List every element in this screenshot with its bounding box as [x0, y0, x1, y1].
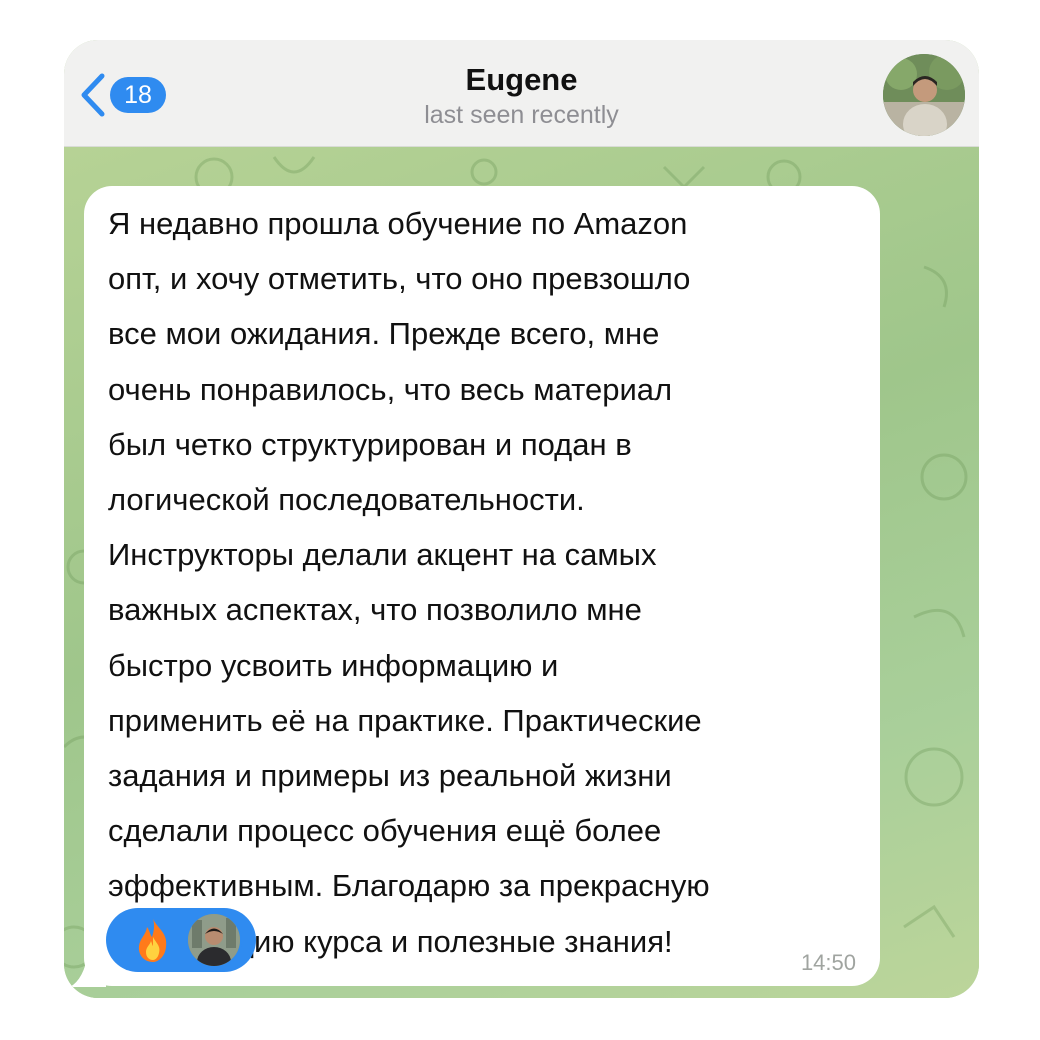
fire-icon: [138, 919, 167, 962]
chat-window: 18 Eugene last seen recently Я недавно п…: [64, 40, 979, 998]
avatar-photo: [883, 54, 965, 136]
reactor-avatar: [186, 912, 242, 968]
chat-area[interactable]: Я недавно прошла обучение по Amazon опт,…: [64, 147, 979, 998]
reaction-chip[interactable]: [106, 908, 256, 972]
message-bubble[interactable]: Я недавно прошла обучение по Amazon опт,…: [84, 186, 880, 986]
message-text: Я недавно прошла обучение по Amazon опт,…: [108, 206, 710, 959]
chat-title-block[interactable]: Eugene last seen recently: [64, 62, 979, 130]
contact-avatar[interactable]: [883, 54, 965, 136]
contact-name: Eugene: [465, 62, 578, 97]
last-seen-status: last seen recently: [424, 101, 619, 129]
message-time: 14:50: [800, 950, 856, 975]
chat-header: 18 Eugene last seen recently: [64, 40, 979, 147]
